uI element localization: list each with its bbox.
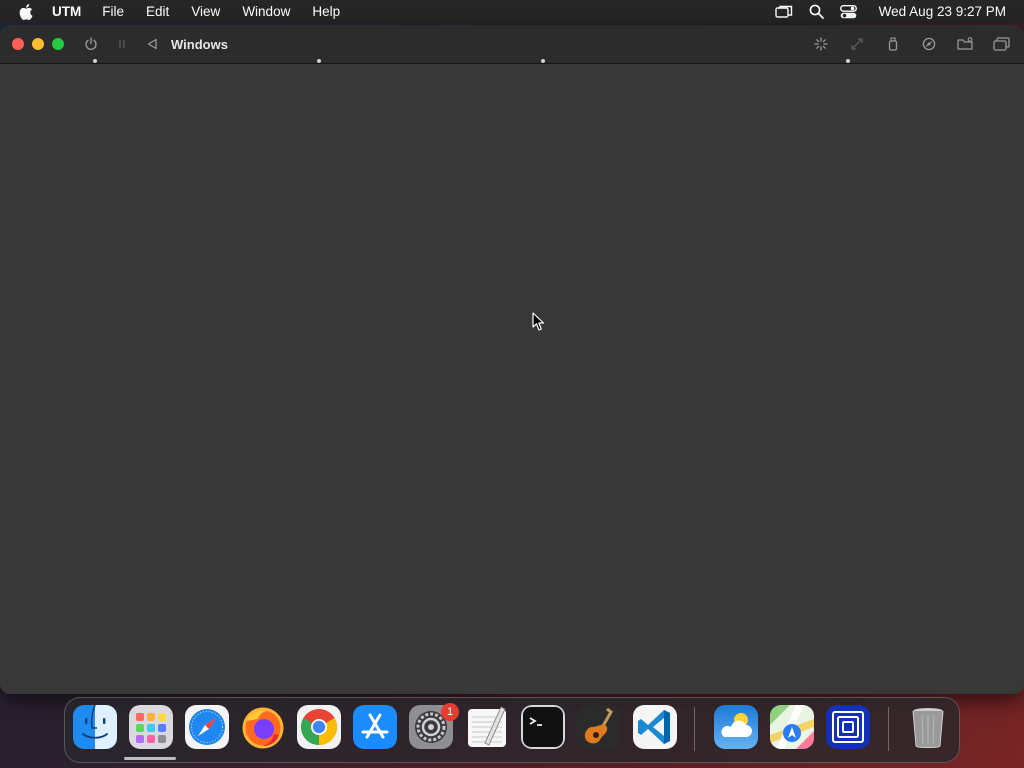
textedit-icon — [468, 706, 506, 747]
firefox-icon — [242, 707, 284, 749]
dock-weather[interactable] — [714, 705, 758, 749]
finder-running-indicator — [93, 59, 97, 63]
dock-maps[interactable] — [770, 705, 814, 749]
menu-file[interactable]: File — [91, 4, 135, 19]
terminal-icon — [521, 705, 565, 749]
launchpad-icon — [129, 705, 173, 749]
pause-button[interactable] — [111, 33, 133, 55]
utm-running-indicator — [846, 59, 850, 63]
windows-button[interactable] — [990, 33, 1012, 55]
drives-icon — [922, 37, 936, 51]
drives-button[interactable] — [918, 33, 940, 55]
traffic-lights — [12, 38, 64, 50]
apple-icon — [19, 3, 33, 20]
utm-vm-window: Windows — [0, 25, 1024, 694]
back-icon — [147, 38, 157, 50]
settings-notification-badge: 1 — [441, 703, 459, 721]
dock-trash[interactable] — [906, 705, 950, 749]
windows-icon — [992, 37, 1010, 51]
menu-bar: UTM File Edit View Window Help Wed Aug 2… — [0, 0, 1024, 23]
maps-icon — [770, 705, 814, 749]
screen-mirroring-icon[interactable] — [774, 5, 793, 19]
chrome-icon — [297, 705, 341, 749]
dock-chrome[interactable] — [297, 705, 341, 749]
dock-separator — [694, 707, 695, 751]
app-store-icon — [353, 705, 397, 749]
dock-launchpad[interactable] — [129, 705, 173, 749]
dock-safari[interactable] — [185, 705, 229, 749]
terminal-running-indicator — [541, 59, 545, 63]
power-icon — [85, 37, 97, 50]
weather-icon — [714, 705, 758, 749]
vm-display[interactable] — [0, 64, 1024, 694]
close-window-button[interactable] — [12, 38, 24, 50]
dock-vscode[interactable] — [633, 705, 677, 749]
app-menu-utm[interactable]: UTM — [52, 4, 91, 19]
restart-button[interactable] — [141, 33, 163, 55]
dock-finder[interactable] — [73, 705, 117, 749]
dock-firefox[interactable] — [241, 705, 285, 749]
menubar-clock[interactable]: Wed Aug 23 9:27 PM — [879, 4, 1006, 19]
dock-textedit[interactable] — [465, 705, 509, 749]
garageband-icon — [577, 705, 621, 749]
shared-folder-button[interactable] — [954, 33, 976, 55]
finder-icon — [73, 705, 117, 749]
usb-icon — [888, 37, 898, 51]
capture-input-icon — [814, 37, 828, 51]
capture-input-button[interactable] — [810, 33, 832, 55]
dock-scroll-indicator — [124, 757, 176, 760]
dock-separator-trash — [888, 707, 889, 751]
menu-edit[interactable]: Edit — [135, 4, 180, 19]
window-titlebar: Windows — [0, 25, 1024, 64]
menu-window[interactable]: Window — [231, 4, 301, 19]
menu-help[interactable]: Help — [301, 4, 351, 19]
vscode-icon — [633, 705, 677, 749]
dock-app-store[interactable] — [353, 705, 397, 749]
zoom-window-button[interactable] — [52, 38, 64, 50]
utm-icon — [826, 705, 870, 749]
spotlight-search-icon[interactable] — [809, 4, 824, 19]
mouse-cursor-icon — [532, 312, 545, 331]
usb-button[interactable] — [882, 33, 904, 55]
window-title: Windows — [171, 36, 228, 52]
power-button[interactable] — [80, 33, 102, 55]
trash-icon — [912, 708, 944, 748]
shared-folder-icon — [956, 37, 973, 50]
dock-terminal[interactable] — [521, 705, 565, 749]
control-center-icon[interactable] — [839, 4, 857, 19]
dock-garageband[interactable] — [577, 705, 621, 749]
pause-icon — [119, 40, 125, 48]
chrome-running-indicator — [317, 59, 321, 63]
resize-button[interactable] — [846, 33, 868, 55]
apple-menu[interactable] — [0, 3, 52, 20]
dock-utm[interactable] — [826, 705, 870, 749]
resize-icon — [851, 38, 863, 50]
menu-view[interactable]: View — [180, 4, 231, 19]
minimize-window-button[interactable] — [32, 38, 44, 50]
safari-icon — [185, 705, 229, 749]
